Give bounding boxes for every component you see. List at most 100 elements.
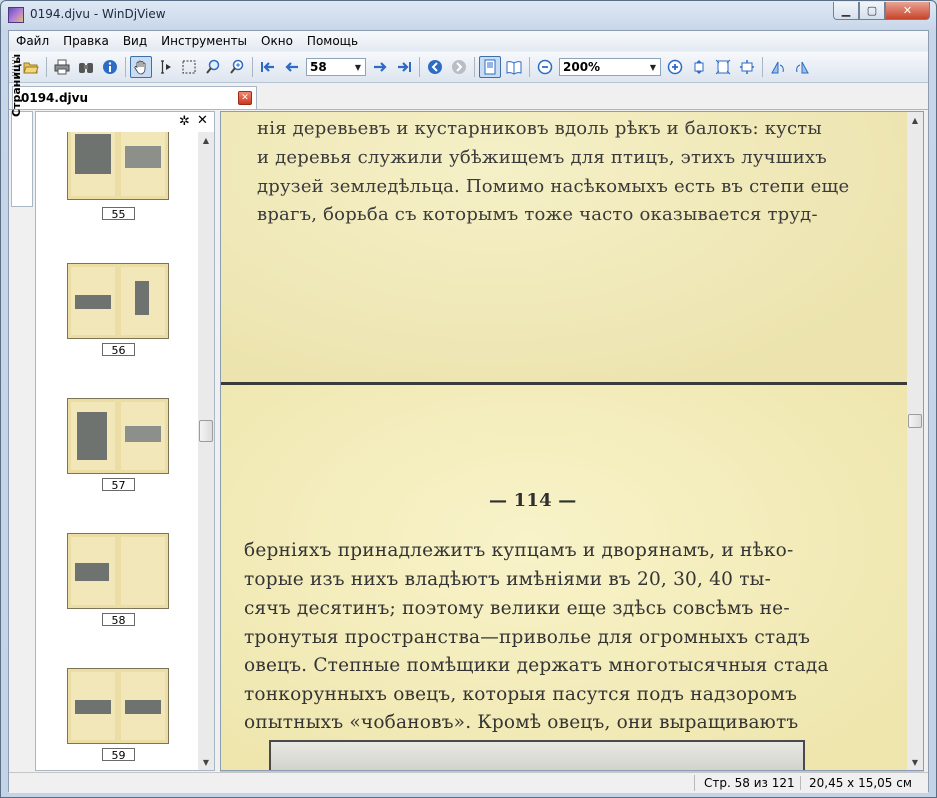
last-page-icon[interactable] xyxy=(393,56,415,78)
page-number-value: 58 xyxy=(310,60,327,74)
zoom-in-icon[interactable] xyxy=(664,56,686,78)
close-tab-icon[interactable]: ✕ xyxy=(238,91,252,105)
fit-page-icon[interactable] xyxy=(712,56,734,78)
menu-view[interactable]: Вид xyxy=(116,31,154,51)
rotate-left-icon[interactable] xyxy=(767,56,789,78)
minimize-button[interactable]: ▁ xyxy=(833,2,859,20)
thumbnail-page[interactable] xyxy=(67,263,169,339)
text-line: врагъ, борьба съ которымъ тоже часто ока… xyxy=(257,204,818,225)
back-icon[interactable] xyxy=(424,56,446,78)
thumbnail-illustration xyxy=(75,700,111,714)
menu-edit[interactable]: Правка xyxy=(56,31,116,51)
thumbnail-illustration xyxy=(125,426,161,442)
status-page-info: Стр. 58 из 121 xyxy=(704,776,795,790)
scroll-up-icon[interactable]: ▲ xyxy=(198,132,214,148)
thumbnail-page-number: 59 xyxy=(102,748,135,762)
status-page-size: 20,45 x 15,05 см xyxy=(800,776,912,790)
zoom-combo[interactable]: 200% ▼ xyxy=(559,58,661,76)
rect-select-icon[interactable] xyxy=(178,56,200,78)
chevron-down-icon[interactable]: ▼ xyxy=(351,59,365,75)
zoom-rect-icon[interactable] xyxy=(202,56,224,78)
thumbnail-right-page xyxy=(121,672,165,740)
thumbnail-left-page xyxy=(71,267,115,335)
thumbnail-page[interactable] xyxy=(67,668,169,744)
facing-pages-icon[interactable] xyxy=(503,56,525,78)
thumbnail-page[interactable] xyxy=(67,132,169,200)
text-line: и деревья служили убѣжищемъ для птицъ, э… xyxy=(257,147,827,168)
maximize-button[interactable]: ▢ xyxy=(859,2,885,20)
thumbnail-left-page xyxy=(71,132,115,196)
document-view[interactable]: нія деревьевъ и кустарниковъ вдоль рѣкъ … xyxy=(220,111,924,771)
thumbnail-page[interactable] xyxy=(67,533,169,609)
menu-tools[interactable]: Инструменты xyxy=(154,31,254,51)
document-tabstrip: 0194.djvu ✕ xyxy=(9,83,928,110)
toolbar-separator xyxy=(419,57,420,77)
thumbnail-page-number: 58 xyxy=(102,613,135,627)
thumbnail-list: 55 56 57 58 59 xyxy=(36,132,196,770)
status-separator xyxy=(694,775,695,791)
thumbnail-illustration xyxy=(125,700,161,714)
close-window-button[interactable]: ✕ xyxy=(885,2,930,20)
zoom-value: 200% xyxy=(563,60,601,74)
text-select-icon[interactable] xyxy=(154,56,176,78)
rotate-right-icon[interactable] xyxy=(791,56,813,78)
thumbnail-page-number: 57 xyxy=(102,478,135,492)
hand-tool-icon[interactable] xyxy=(130,56,152,78)
page-number-heading: — 114 — xyxy=(489,490,577,511)
prev-page-icon[interactable] xyxy=(281,56,303,78)
scrollbar-thumb[interactable] xyxy=(199,420,213,442)
page-illustration xyxy=(269,740,805,770)
scrollbar-thumb[interactable] xyxy=(908,414,922,428)
thumbnail-left-page xyxy=(71,537,115,605)
text-line: сячъ десятинъ; поэтому велики еще здѣсь … xyxy=(244,598,790,619)
thumbnail-page[interactable] xyxy=(67,398,169,474)
document-vscrollbar[interactable]: ▲ ▼ xyxy=(907,112,923,770)
pages-side-tab[interactable] xyxy=(11,111,33,207)
thumbnail-scrollbar[interactable]: ▲ ▼ xyxy=(198,132,214,770)
status-bar: Стр. 58 из 121 20,45 x 15,05 см xyxy=(9,772,928,793)
gear-icon[interactable]: ✲ xyxy=(179,114,190,129)
chevron-down-icon[interactable]: ▼ xyxy=(646,59,660,75)
title-bar[interactable]: 0194.djvu - WinDjView ▁ ▢ ✕ xyxy=(1,1,936,29)
thumbnail-illustration xyxy=(125,146,161,168)
window-title: 0194.djvu - WinDjView xyxy=(30,7,166,21)
toolbar-separator xyxy=(125,57,126,77)
menu-file[interactable]: Файл xyxy=(9,31,56,51)
text-line: тонкорунныхъ овецъ, которыя пасутся подъ… xyxy=(244,684,798,705)
text-line: овецъ. Степные помѣщики держатъ многотыс… xyxy=(244,655,829,676)
menu-bar: Файл Правка Вид Инструменты Окно Помощь xyxy=(9,31,928,51)
text-line: нія деревьевъ и кустарниковъ вдоль рѣкъ … xyxy=(257,118,822,139)
actual-size-icon[interactable] xyxy=(736,56,758,78)
toolbar-separator xyxy=(762,57,763,77)
fit-width-icon[interactable] xyxy=(688,56,710,78)
single-page-icon[interactable] xyxy=(479,56,501,78)
document-tab[interactable]: 0194.djvu ✕ xyxy=(12,86,257,109)
find-binoculars-icon[interactable] xyxy=(75,56,97,78)
thumbnail-page-number: 56 xyxy=(102,343,135,357)
print-icon[interactable] xyxy=(51,56,73,78)
magnifier-icon[interactable] xyxy=(226,56,248,78)
scroll-down-icon[interactable]: ▼ xyxy=(907,754,923,770)
zoom-out-icon[interactable] xyxy=(534,56,556,78)
text-line: опытныхъ «чобановъ». Кромѣ овецъ, они вы… xyxy=(244,712,799,733)
open-folder-icon[interactable] xyxy=(20,56,42,78)
forward-icon[interactable] xyxy=(448,56,470,78)
scroll-down-icon[interactable]: ▼ xyxy=(198,754,214,770)
pages-side-tab-label: Страницы xyxy=(10,53,23,117)
close-icon[interactable]: ✕ xyxy=(197,113,208,128)
menu-window[interactable]: Окно xyxy=(254,31,300,51)
first-page-icon[interactable] xyxy=(257,56,279,78)
info-icon[interactable] xyxy=(99,56,121,78)
thumbnail-right-page xyxy=(121,267,165,335)
toolbar-separator xyxy=(252,57,253,77)
thumbnail-illustration xyxy=(77,412,107,460)
page-number-combo[interactable]: 58 ▼ xyxy=(306,58,366,76)
scroll-up-icon[interactable]: ▲ xyxy=(907,112,923,128)
menu-help[interactable]: Помощь xyxy=(300,31,365,51)
text-line: торые изъ нихъ владѣютъ имѣніями въ 20, … xyxy=(244,569,772,590)
toolbar-separator xyxy=(46,57,47,77)
text-line: друзей земледѣльца. Помимо насѣкомыхъ ес… xyxy=(257,176,850,197)
document-tab-label: 0194.djvu xyxy=(21,91,89,105)
next-page-icon[interactable] xyxy=(369,56,391,78)
thumbnail-right-page xyxy=(121,537,165,605)
